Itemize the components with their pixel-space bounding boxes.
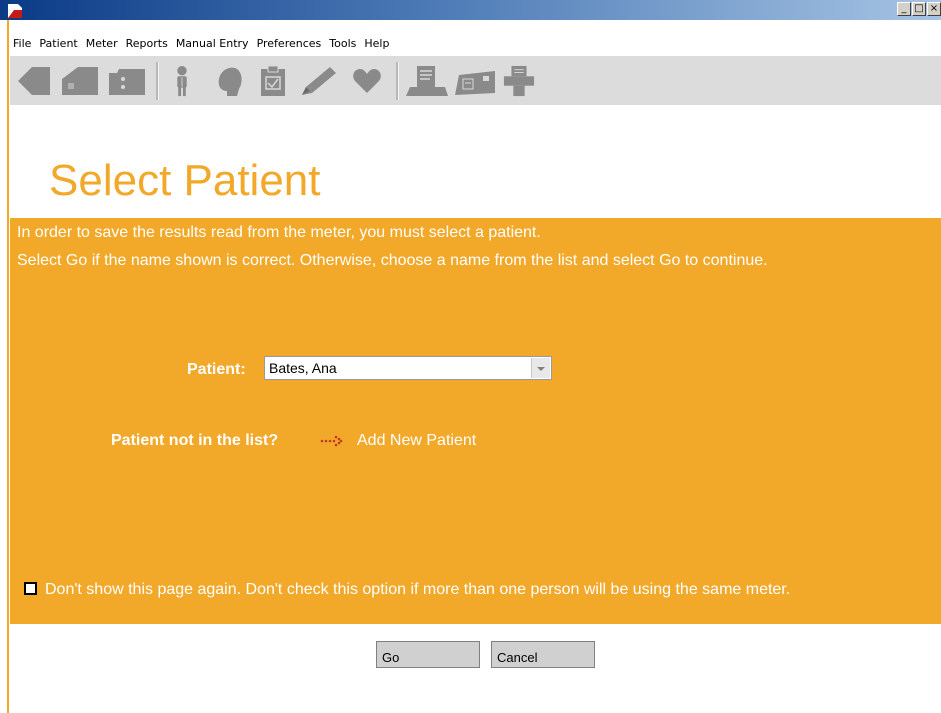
menu-bar: File Patient Meter Reports Manual Entry … — [10, 20, 941, 56]
menu-reports[interactable]: Reports — [123, 20, 173, 50]
add-new-patient-link[interactable]: Add New Patient — [357, 431, 476, 451]
dropdown-button[interactable] — [531, 358, 550, 378]
pencil-icon[interactable] — [300, 65, 338, 97]
dont-show-checkbox[interactable] — [24, 582, 37, 595]
meter-icon[interactable] — [453, 65, 497, 97]
toolbar — [10, 56, 941, 105]
app-window: _ □ × File Patient Meter Reports Manual … — [0, 0, 941, 713]
menu-help[interactable]: Help — [361, 20, 394, 50]
title-bar[interactable]: _ □ × — [0, 0, 941, 20]
cancel-button[interactable]: Cancel — [491, 641, 595, 668]
menu-tools[interactable]: Tools — [326, 20, 361, 50]
window-controls: _ □ × — [897, 2, 941, 16]
patient-label: Patient: — [187, 361, 246, 378]
back-arrow-icon[interactable] — [16, 65, 52, 97]
dont-show-label: Don't show this page again. Don't check … — [45, 581, 791, 598]
folder-icon[interactable] — [107, 65, 147, 97]
toolbar-separator — [156, 62, 159, 100]
menu-meter[interactable]: Meter — [83, 20, 123, 50]
dotted-arrow-icon — [320, 435, 343, 447]
intro-text-line-2: Select Go if the name shown is correct. … — [17, 252, 768, 269]
intro-text-line-1: In order to save the results read from t… — [17, 224, 541, 241]
app-logo-icon — [8, 4, 22, 18]
printer-icon[interactable] — [501, 65, 537, 97]
clipboard-icon[interactable] — [257, 65, 289, 97]
page-title: Select Patient — [49, 156, 321, 205]
close-button[interactable]: × — [927, 2, 941, 16]
document-icon[interactable] — [405, 65, 449, 97]
heart-icon[interactable] — [351, 65, 383, 97]
content-panel — [10, 218, 941, 624]
left-accent-border — [7, 20, 9, 713]
maximize-button[interactable]: □ — [912, 2, 926, 16]
patient-select-value: Bates, Ana — [269, 360, 337, 376]
chevron-down-icon — [537, 367, 545, 371]
person-icon[interactable] — [170, 65, 194, 97]
home-icon[interactable] — [60, 65, 100, 97]
not-in-list-label: Patient not in the list? — [111, 432, 279, 449]
head-icon[interactable] — [213, 65, 245, 97]
go-button[interactable]: Go — [376, 641, 480, 668]
menu-patient[interactable]: Patient — [36, 20, 82, 50]
toolbar-separator — [396, 62, 399, 100]
minimize-button[interactable]: _ — [897, 2, 911, 16]
menu-manual-entry[interactable]: Manual Entry — [173, 20, 254, 50]
menu-file[interactable]: File — [10, 20, 36, 50]
menu-preferences[interactable]: Preferences — [254, 20, 327, 50]
patient-select[interactable]: Bates, Ana — [264, 356, 552, 380]
